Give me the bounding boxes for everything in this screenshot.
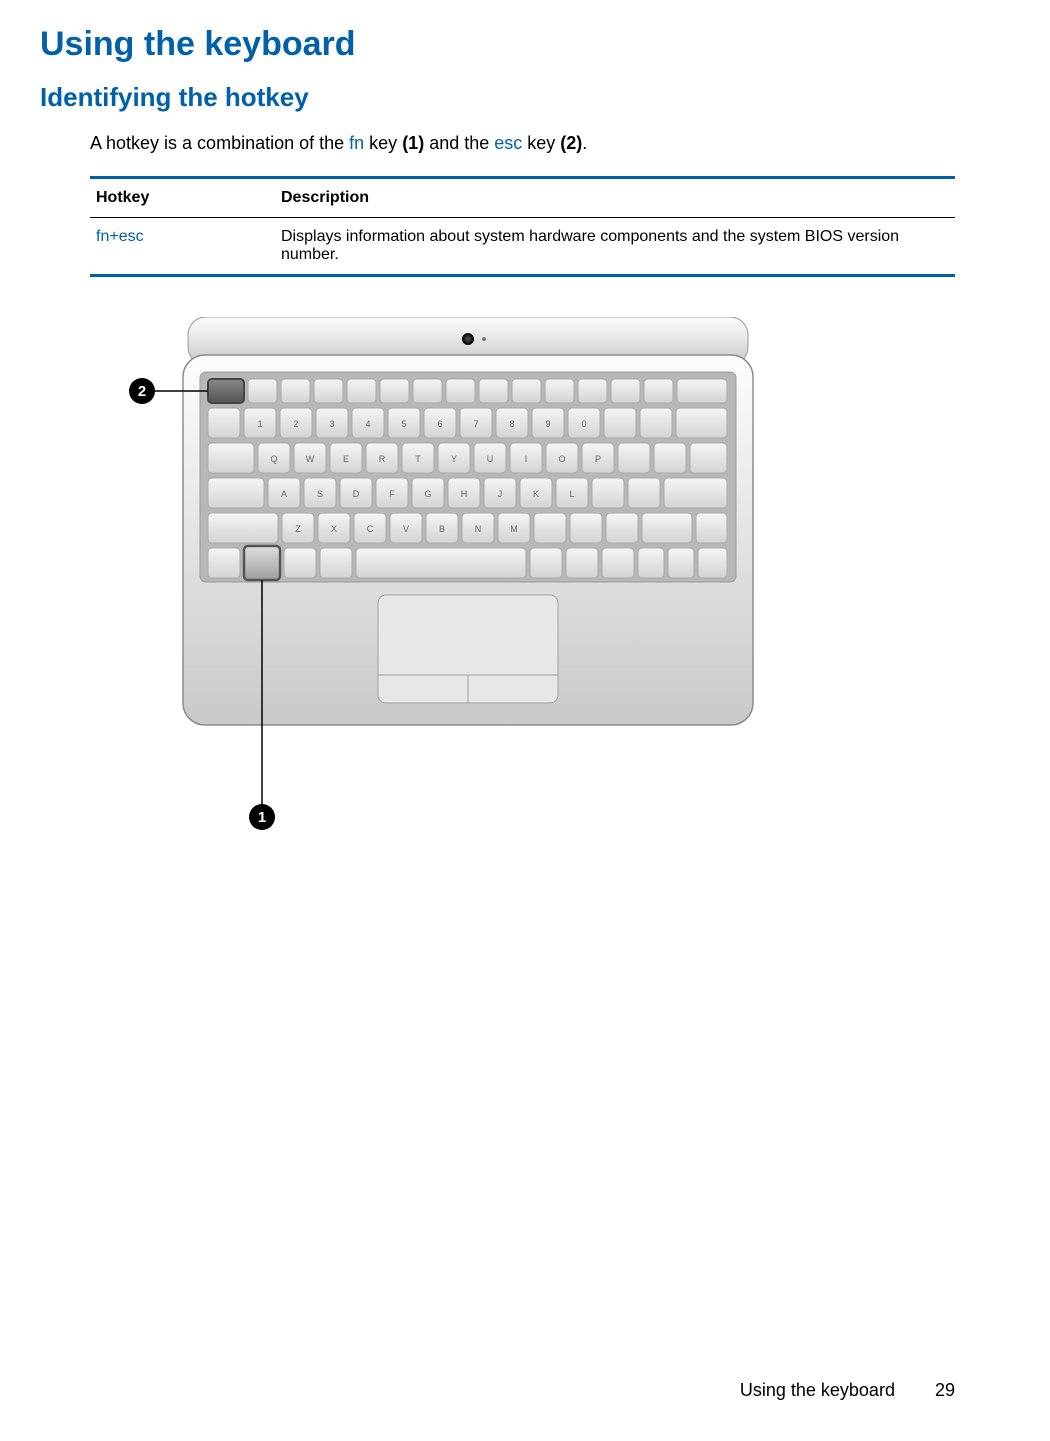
key-row-2: 1 2 3 4 5 6 7 8 9 0 <box>208 408 727 438</box>
intro-text: A hotkey is a combination of the <box>90 133 349 153</box>
svg-text:I: I <box>525 454 528 464</box>
svg-text:Y: Y <box>451 454 457 464</box>
svg-text:E: E <box>343 454 349 464</box>
svg-text:1: 1 <box>257 419 262 429</box>
svg-text:9: 9 <box>545 419 550 429</box>
laptop-illustration: 1 2 3 4 5 6 7 8 9 0 Q <box>128 317 768 847</box>
keyboard-diagram: 1 2 3 4 5 6 7 8 9 0 Q <box>128 317 768 847</box>
svg-text:W: W <box>306 454 315 464</box>
svg-text:6: 6 <box>437 419 442 429</box>
svg-text:3: 3 <box>329 419 334 429</box>
svg-text:R: R <box>379 454 386 464</box>
callout-ref-2: (2) <box>560 133 582 153</box>
table-header-row: Hotkey Description <box>90 179 955 218</box>
svg-text:1: 1 <box>258 809 266 826</box>
esc-keyword: esc <box>494 133 522 153</box>
svg-text:N: N <box>475 524 482 534</box>
svg-text:H: H <box>461 489 468 499</box>
intro-text: key <box>522 133 560 153</box>
svg-text:O: O <box>558 454 565 464</box>
esc-key <box>208 379 244 403</box>
svg-text:2: 2 <box>138 383 146 400</box>
svg-text:J: J <box>498 489 503 499</box>
page-title: Using the keyboard <box>40 25 955 64</box>
key-row-1 <box>208 379 727 403</box>
key-row-4: A S D F G H J K L <box>208 478 727 508</box>
key-row-6 <box>208 546 727 580</box>
key-row-5: Z X C V B N M <box>208 513 727 543</box>
svg-text:4: 4 <box>365 419 370 429</box>
svg-text:C: C <box>367 524 374 534</box>
svg-text:8: 8 <box>509 419 514 429</box>
svg-text:X: X <box>331 524 337 534</box>
footer-page-number: 29 <box>935 1380 955 1401</box>
svg-text:T: T <box>415 454 421 464</box>
svg-text:7: 7 <box>473 419 478 429</box>
intro-paragraph: A hotkey is a combination of the fn key … <box>90 131 955 156</box>
svg-text:G: G <box>424 489 431 499</box>
svg-text:Q: Q <box>270 454 277 464</box>
fn-keyword: fn <box>349 133 364 153</box>
svg-text:A: A <box>281 489 287 499</box>
fn-key <box>244 546 280 580</box>
callout-ref-1: (1) <box>402 133 424 153</box>
svg-text:K: K <box>533 489 539 499</box>
svg-text:Z: Z <box>295 524 301 534</box>
keyboard-keys: 1 2 3 4 5 6 7 8 9 0 Q <box>208 379 727 580</box>
hotkey-cell: fn+esc <box>96 228 281 264</box>
col-header-hotkey: Hotkey <box>96 189 281 207</box>
svg-text:P: P <box>595 454 601 464</box>
intro-text: key <box>364 133 402 153</box>
description-cell: Displays information about system hardwa… <box>281 228 949 264</box>
svg-text:0: 0 <box>581 419 586 429</box>
intro-text: and the <box>424 133 494 153</box>
svg-text:B: B <box>439 524 445 534</box>
svg-text:F: F <box>389 489 395 499</box>
intro-text: . <box>582 133 587 153</box>
table-row: fn+esc Displays information about system… <box>90 218 955 274</box>
svg-text:M: M <box>510 524 518 534</box>
hotkey-table: Hotkey Description fn+esc Displays infor… <box>90 176 955 277</box>
svg-text:5: 5 <box>401 419 406 429</box>
page-footer: Using the keyboard 29 <box>740 1380 955 1401</box>
footer-section-title: Using the keyboard <box>740 1380 895 1401</box>
svg-text:2: 2 <box>293 419 298 429</box>
svg-text:U: U <box>487 454 494 464</box>
svg-text:L: L <box>569 489 574 499</box>
document-page: Using the keyboard Identifying the hotke… <box>0 0 1050 1441</box>
key-row-3: Q W E R T Y U I O P <box>208 443 727 473</box>
svg-text:D: D <box>353 489 360 499</box>
svg-text:S: S <box>317 489 323 499</box>
col-header-description: Description <box>281 189 949 207</box>
svg-text:V: V <box>403 524 409 534</box>
section-title: Identifying the hotkey <box>40 82 955 113</box>
